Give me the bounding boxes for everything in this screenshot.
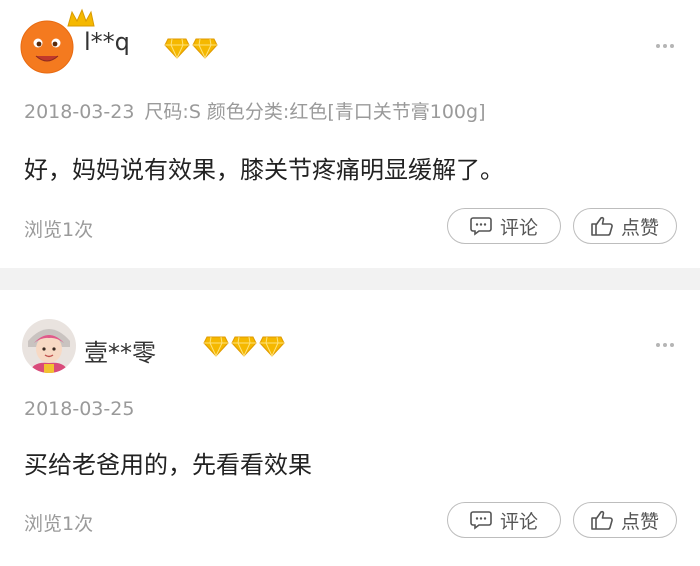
review-date: 2018-03-25 bbox=[24, 398, 135, 420]
review-meta: 2018-03-23 尺码:S 颜色分类:红色[青口关节膏100g] bbox=[24, 97, 485, 124]
member-level-gems bbox=[164, 37, 218, 59]
product-spec: 尺码:S 颜色分类:红色[青口关节膏100g] bbox=[144, 101, 486, 123]
comment-label: 评论 bbox=[499, 216, 538, 239]
review-content: 好，妈妈说有效果，膝关节疼痛明显缓解了。 bbox=[24, 156, 504, 184]
username: 壹**零 bbox=[84, 339, 156, 367]
review-separator bbox=[0, 268, 700, 290]
view-count: 浏览1次 bbox=[24, 219, 94, 241]
view-count: 浏览1次 bbox=[24, 513, 94, 535]
review-card: 壹**零 2018-03-25 买给老爸用的，先看看效果 浏览1次 评论 点赞 bbox=[0, 290, 700, 566]
user-avatar[interactable] bbox=[20, 8, 95, 74]
crown-icon bbox=[67, 8, 95, 27]
more-dots-icon[interactable] bbox=[656, 343, 674, 347]
user-avatar[interactable] bbox=[22, 319, 76, 373]
comment-bubble-icon bbox=[470, 511, 492, 530]
diamond-gem-icon bbox=[164, 38, 190, 59]
comment-label: 评论 bbox=[499, 510, 538, 533]
thumbs-up-icon bbox=[591, 216, 613, 236]
member-level-gems bbox=[203, 335, 285, 357]
thumbs-up-icon bbox=[591, 510, 613, 530]
like-label: 点赞 bbox=[620, 510, 659, 533]
comment-button[interactable]: 评论 bbox=[447, 502, 561, 538]
like-label: 点赞 bbox=[620, 216, 659, 239]
like-button[interactable]: 点赞 bbox=[573, 502, 677, 538]
comment-bubble-icon bbox=[470, 217, 492, 236]
diamond-gem-icon bbox=[231, 336, 257, 357]
diamond-gem-icon bbox=[192, 38, 218, 59]
review-date: 2018-03-23 bbox=[24, 101, 135, 123]
comment-button[interactable]: 评论 bbox=[447, 208, 561, 244]
diamond-gem-icon bbox=[259, 336, 285, 357]
more-dots-icon[interactable] bbox=[656, 44, 674, 48]
username: l**q bbox=[84, 28, 130, 56]
review-meta: 2018-03-25 bbox=[24, 398, 144, 420]
like-button[interactable]: 点赞 bbox=[573, 208, 677, 244]
diamond-gem-icon bbox=[203, 336, 229, 357]
review-content: 买给老爸用的，先看看效果 bbox=[24, 451, 312, 479]
child-photo-avatar-icon bbox=[22, 319, 76, 373]
review-card: l**q 2018-03-23 尺码:S 颜色分类:红色[青口关节膏100g] 好… bbox=[0, 0, 700, 268]
